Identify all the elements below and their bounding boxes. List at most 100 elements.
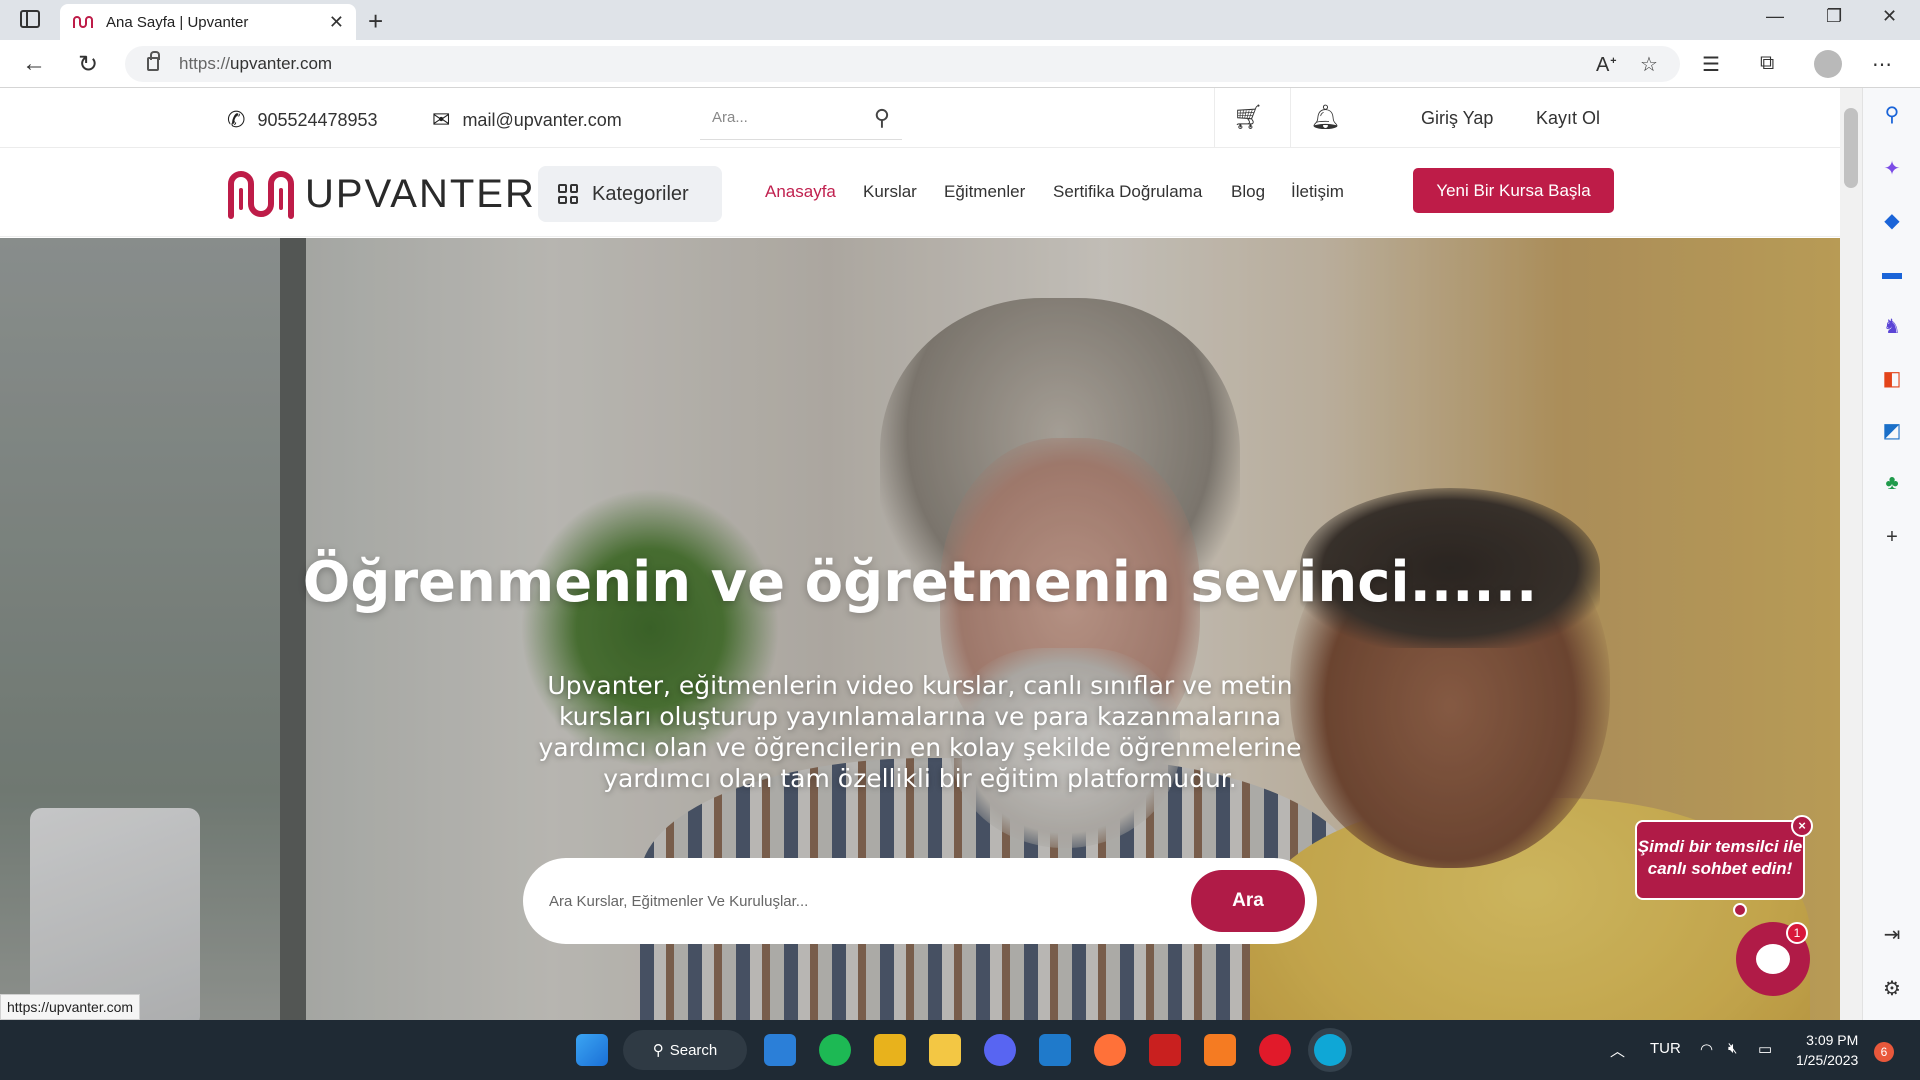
start-course-button[interactable]: Yeni Bir Kursa Başla — [1413, 168, 1614, 213]
email-contact[interactable]: ✉ mail@upvanter.com — [432, 107, 622, 133]
browser-tab[interactable]: Ana Sayfa | Upvanter ✕ — [60, 4, 356, 40]
refresh-icon[interactable]: ↻ — [78, 50, 98, 79]
search-icon[interactable]: ⚲ — [874, 105, 890, 131]
clock-date: 1/25/2023 — [1796, 1052, 1859, 1068]
upvanter-favicon-icon — [73, 16, 93, 28]
more-options-icon[interactable]: ⋯ — [1872, 52, 1892, 77]
hero-description: Upvanter, eğitmenlerin video kurslar, ca… — [538, 671, 1302, 793]
show-hidden-icons[interactable]: ︿ — [1610, 1040, 1625, 1061]
add-favorite-icon[interactable]: ☆ — [1640, 52, 1658, 77]
notification-badge[interactable]: 6 — [1874, 1042, 1894, 1062]
hero-section: Öğrenmenin ve öğretmenin sevinci...... U… — [0, 238, 1840, 1020]
taskbar-search-label: Search — [669, 1041, 718, 1059]
phone-number: 905524478953 — [257, 109, 378, 130]
firefox-icon[interactable] — [1094, 1034, 1126, 1066]
phone-contact[interactable]: ✆ 905524478953 — [227, 107, 378, 133]
top-info-bar: ✆ 905524478953 ✉ mail@upvanter.com Ara..… — [0, 88, 1840, 148]
browser-titlebar: Ana Sayfa | Upvanter ✕ + — ❐ ✕ — [0, 0, 1920, 40]
categories-button[interactable]: Kategoriler — [538, 166, 722, 222]
profile-avatar[interactable] — [1814, 50, 1842, 78]
top-search-input[interactable]: Ara... ⚲ — [700, 96, 902, 140]
language-indicator[interactable]: TUR — [1650, 1040, 1681, 1057]
lock-icon[interactable] — [147, 51, 160, 71]
email-address: mail@upvanter.com — [462, 109, 622, 130]
edge-icon[interactable] — [1314, 1034, 1346, 1066]
discover-icon[interactable]: ✦ — [1881, 158, 1903, 180]
discord-icon[interactable] — [984, 1034, 1016, 1066]
scrollbar-thumb[interactable] — [1844, 108, 1858, 188]
tab-actions-icon[interactable] — [20, 10, 40, 28]
categories-label: Kategoriler — [592, 182, 689, 205]
back-icon[interactable]: ← — [22, 50, 46, 78]
windows-start-icon[interactable] — [576, 1034, 608, 1066]
favorites-icon[interactable]: ☰ — [1702, 52, 1720, 77]
chat-close-icon[interactable]: × — [1791, 815, 1813, 837]
filezilla-icon[interactable] — [1149, 1034, 1181, 1066]
cart-icon[interactable]: 🛒︎ — [1233, 103, 1263, 132]
add-sidebar-app-icon[interactable]: + — [1881, 526, 1903, 548]
spotify-icon[interactable] — [819, 1034, 851, 1066]
mail-icon: ✉ — [432, 107, 451, 132]
clock-time: 3:09 PM — [1806, 1032, 1859, 1048]
phone-icon: ✆ — [227, 107, 246, 132]
xampp-icon[interactable] — [1204, 1034, 1236, 1066]
hero-search-button[interactable]: Ara — [1191, 870, 1305, 932]
close-window-icon[interactable]: ✕ — [1882, 6, 1897, 27]
vscode-icon[interactable] — [1039, 1034, 1071, 1066]
new-tab-icon[interactable]: + — [368, 6, 383, 37]
hero-title: Öğrenmenin ve öğretmenin sevinci...... — [302, 550, 1538, 615]
divider — [1290, 88, 1291, 148]
sublime-merge-icon[interactable] — [874, 1034, 906, 1066]
minimize-icon[interactable]: — — [1766, 6, 1784, 27]
chat-bubble-icon — [1756, 944, 1790, 974]
mail-app-icon[interactable] — [764, 1034, 796, 1066]
battery-icon[interactable]: ▭ — [1758, 1040, 1772, 1058]
taskbar-search[interactable]: ⚲ Search — [623, 1030, 747, 1070]
shopping-tag-icon[interactable]: ◆ — [1881, 210, 1903, 232]
file-explorer-icon[interactable] — [929, 1034, 961, 1066]
nav-item-sertifika[interactable]: Sertifika Doğrulama — [1053, 182, 1202, 202]
taskbar-clock[interactable]: 3:09 PM 1/25/2023 — [1796, 1030, 1858, 1070]
tab-title: Ana Sayfa | Upvanter — [106, 13, 249, 31]
collections-icon[interactable]: ⧉ — [1760, 52, 1774, 75]
page-scrollbar[interactable] — [1840, 88, 1862, 1020]
logo-text: UPVANTER — [305, 171, 536, 216]
bell-icon[interactable]: 🔔︎ — [1310, 103, 1340, 132]
games-icon[interactable]: ♞ — [1881, 316, 1903, 338]
top-search-placeholder: Ara... — [712, 109, 748, 126]
hero-search-input[interactable]: Ara Kurslar, Eğitmenler Ve Kuruluşlar... — [549, 893, 1191, 910]
outlook-icon[interactable]: ◩ — [1881, 420, 1903, 442]
nav-item-egitmenler[interactable]: Eğitmenler — [944, 182, 1025, 202]
opera-icon[interactable] — [1259, 1034, 1291, 1066]
url-host: upvanter.com — [230, 54, 333, 73]
restore-icon[interactable]: ❐ — [1826, 6, 1842, 27]
close-tab-icon[interactable]: ✕ — [329, 12, 344, 33]
chat-pointer-dot — [1733, 903, 1747, 917]
nav-item-blog[interactable]: Blog — [1231, 182, 1265, 202]
register-link[interactable]: Kayıt Ol — [1536, 108, 1600, 129]
divider — [1214, 88, 1215, 148]
volume-muted-icon[interactable]: 🔇︎ — [1728, 1040, 1737, 1057]
windows-taskbar: ⚲ Search ︿ TUR ◠ 🔇︎ ▭ 3:09 PM 1/25/2023 … — [0, 1020, 1920, 1080]
hero-search-bar[interactable]: Ara Kurslar, Eğitmenler Ve Kuruluşlar...… — [523, 858, 1317, 944]
web-page: ✆ 905524478953 ✉ mail@upvanter.com Ara..… — [0, 88, 1840, 1020]
nav-item-kurslar[interactable]: Kurslar — [863, 182, 917, 202]
office-icon[interactable]: ◧ — [1881, 368, 1903, 390]
tree-icon[interactable]: ♣ — [1881, 472, 1903, 494]
read-aloud-icon[interactable]: Aᐩ — [1596, 52, 1617, 77]
nav-item-iletisim[interactable]: İletişim — [1291, 182, 1344, 202]
wifi-icon[interactable]: ◠ — [1700, 1040, 1713, 1058]
url-field[interactable]: https:// upvanter.com — [125, 46, 1680, 82]
logo[interactable]: UPVANTER — [225, 168, 536, 220]
url-scheme: https:// — [179, 54, 231, 73]
chat-invite-bubble[interactable]: Şimdi bir temsilci ile canlı sohbet edin… — [1635, 820, 1805, 900]
tools-icon[interactable]: ▬ — [1881, 262, 1903, 284]
edge-sidebar: ⚲ ✦ ◆ ▬ ♞ ◧ ◩ ♣ + ⇥ ⚙ — [1862, 88, 1920, 1020]
nav-item-anasayfa[interactable]: Anasayfa — [765, 182, 836, 202]
sidebar-settings-icon[interactable]: ⚙ — [1881, 978, 1903, 1000]
search-icon[interactable]: ⚲ — [1881, 104, 1903, 126]
chat-unread-badge: 1 — [1786, 922, 1808, 944]
login-link[interactable]: Giriş Yap — [1421, 108, 1493, 129]
hide-sidebar-icon[interactable]: ⇥ — [1881, 924, 1903, 946]
upvanter-logo-icon — [228, 171, 294, 219]
